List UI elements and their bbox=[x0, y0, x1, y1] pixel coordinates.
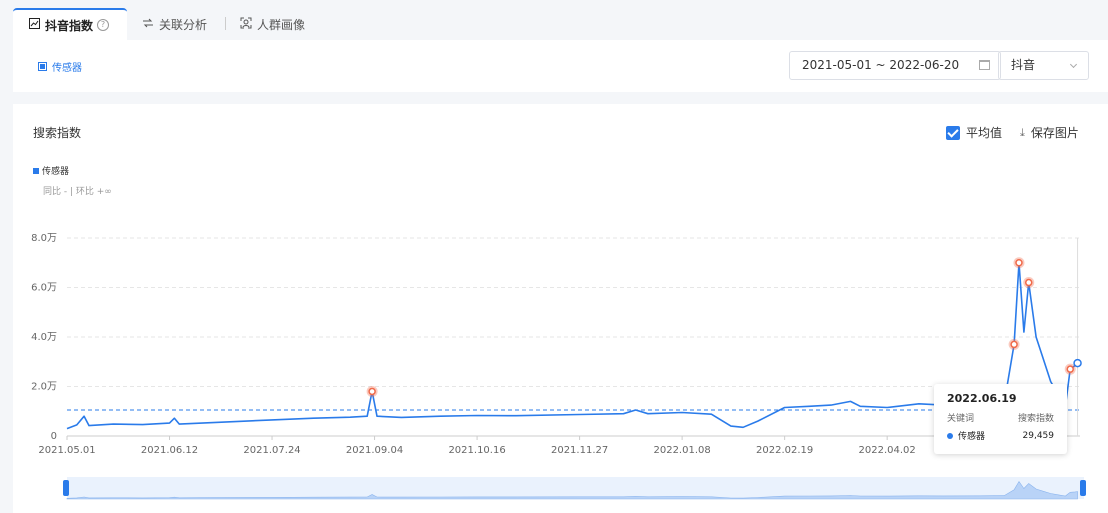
y-tick-label: 8.0万 bbox=[31, 233, 57, 244]
highlight-point bbox=[1066, 365, 1074, 373]
tooltip-col-value: 搜索指数 bbox=[1017, 414, 1054, 424]
y-tick-label: 4.0万 bbox=[31, 332, 57, 343]
x-tick-label: 2021.11.27 bbox=[551, 445, 608, 456]
series-dot bbox=[947, 433, 953, 439]
x-tick-label: 2021.07.24 bbox=[243, 445, 300, 456]
tooltip-date: 2022.06.19 bbox=[947, 392, 1017, 405]
x-tick-label: 2022.02.19 bbox=[756, 445, 813, 456]
tooltip-keyword: 传感器 bbox=[958, 432, 986, 442]
highlight-point bbox=[1010, 340, 1018, 349]
highlight-point bbox=[1015, 259, 1023, 267]
highlight-point bbox=[368, 387, 376, 396]
x-tick-label: 2022.01.08 bbox=[653, 445, 710, 456]
chart-tooltip: 2022.06.19 关键词 搜索指数 传感器 29,459 bbox=[934, 384, 1067, 454]
brush-handle bbox=[1080, 480, 1086, 496]
x-tick-label: 2021.10.16 bbox=[448, 445, 505, 456]
x-tick-label: 2021.06.12 bbox=[141, 445, 198, 456]
tooltip-row: 传感器 29,459 bbox=[947, 429, 1054, 442]
tooltip-value: 29,459 bbox=[1022, 430, 1055, 441]
x-tick-label: 2021.05.01 bbox=[38, 445, 95, 456]
brush-handle bbox=[63, 480, 69, 496]
x-tick-label: 2021.09.04 bbox=[346, 445, 403, 456]
hover-point bbox=[1073, 358, 1082, 368]
y-tick-label: 6.0万 bbox=[31, 283, 57, 294]
tooltip-header: 关键词 搜索指数 bbox=[947, 411, 1054, 424]
y-tick-label: 2.0万 bbox=[31, 382, 57, 393]
tooltip-col-keyword: 关键词 bbox=[947, 414, 975, 424]
x-tick-label: 2022.04.02 bbox=[859, 445, 916, 456]
y-tick-label: 0 bbox=[51, 431, 57, 442]
highlight-point bbox=[1024, 278, 1033, 287]
